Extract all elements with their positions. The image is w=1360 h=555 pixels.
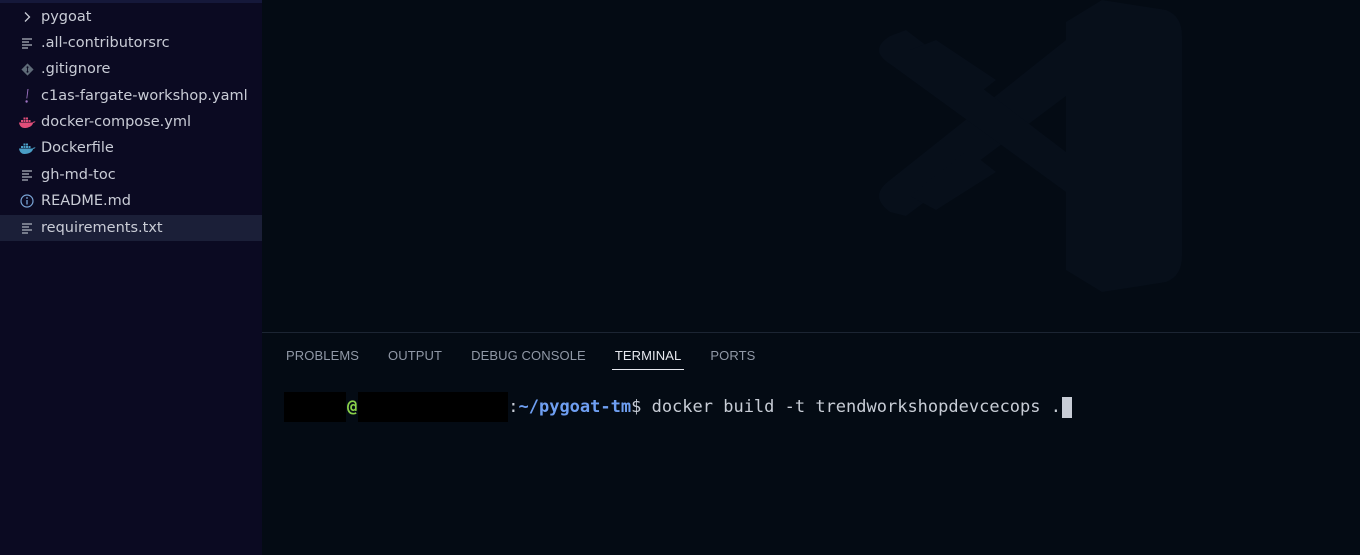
tab-output[interactable]: OUTPUT bbox=[388, 333, 442, 377]
info-icon bbox=[18, 192, 36, 210]
tab-terminal[interactable]: TERMINAL bbox=[611, 333, 684, 377]
lines-icon bbox=[18, 219, 36, 237]
git-icon bbox=[18, 60, 36, 78]
vscode-logo-watermark-icon bbox=[879, 0, 1182, 292]
panel-tabs: PROBLEMS OUTPUT DEBUG CONSOLE TERMINAL P… bbox=[286, 333, 784, 377]
lines-icon bbox=[18, 34, 36, 52]
bottom-panel: PROBLEMS OUTPUT DEBUG CONSOLE TERMINAL P… bbox=[262, 332, 1360, 555]
prompt-at: @ bbox=[347, 397, 358, 417]
redacted-hostname bbox=[358, 392, 509, 422]
tree-item-label: README.md bbox=[41, 193, 131, 209]
tree-file-c1as-yaml[interactable]: c1as-fargate-workshop.yaml bbox=[0, 83, 262, 109]
tab-problems[interactable]: PROBLEMS bbox=[286, 333, 359, 377]
tree-item-label: pygoat bbox=[41, 9, 92, 25]
tab-ports[interactable]: PORTS bbox=[710, 333, 755, 377]
chevron-right-icon bbox=[18, 8, 36, 26]
tree-item-label: .all-contributorsrc bbox=[41, 35, 170, 51]
tree-file-all-contributorsrc[interactable]: .all-contributorsrc bbox=[0, 30, 262, 56]
explorer-sidebar: pygoat .all-contributorsrc .gitignore c1… bbox=[0, 0, 262, 555]
lines-icon bbox=[18, 166, 36, 184]
tree-file-readme[interactable]: README.md bbox=[0, 188, 262, 214]
tree-file-gh-md-toc[interactable]: gh-md-toc bbox=[0, 162, 262, 188]
tree-item-label: c1as-fargate-workshop.yaml bbox=[41, 88, 248, 104]
tree-item-label: docker-compose.yml bbox=[41, 114, 191, 130]
tab-debug-console[interactable]: DEBUG CONSOLE bbox=[471, 333, 586, 377]
exclamation-icon bbox=[18, 87, 36, 105]
tree-file-requirements[interactable]: requirements.txt bbox=[0, 215, 262, 241]
prompt-dollar: $ bbox=[631, 397, 652, 417]
tree-item-label: .gitignore bbox=[41, 61, 111, 77]
tree-file-dockerfile[interactable]: Dockerfile bbox=[0, 135, 262, 161]
tree-file-gitignore[interactable]: .gitignore bbox=[0, 56, 262, 82]
terminal-cursor bbox=[1061, 396, 1072, 418]
terminal-prompt-line[interactable]: @: ~/pygoat-tm $ docker build -t trendwork… bbox=[284, 392, 1072, 422]
sidebar-top-border bbox=[0, 0, 262, 3]
redacted-username bbox=[284, 392, 346, 422]
editor-empty-area[interactable] bbox=[262, 0, 1360, 332]
docker-icon bbox=[18, 113, 36, 131]
docker-icon bbox=[18, 139, 36, 157]
vscode-window: pygoat .all-contributorsrc .gitignore c1… bbox=[0, 0, 1360, 555]
tree-item-label: gh-md-toc bbox=[41, 167, 116, 183]
prompt-path: ~/pygoat-tm bbox=[518, 397, 632, 417]
terminal-command: docker build -t trendworkshopdevcecops . bbox=[651, 397, 1061, 417]
tree-folder-pygoat[interactable]: pygoat bbox=[0, 4, 262, 30]
prompt-colon: : bbox=[508, 397, 519, 417]
tree-item-label: requirements.txt bbox=[41, 220, 163, 236]
main-area: PROBLEMS OUTPUT DEBUG CONSOLE TERMINAL P… bbox=[262, 0, 1360, 555]
tree-item-label: Dockerfile bbox=[41, 140, 114, 156]
tree-file-docker-compose[interactable]: docker-compose.yml bbox=[0, 109, 262, 135]
